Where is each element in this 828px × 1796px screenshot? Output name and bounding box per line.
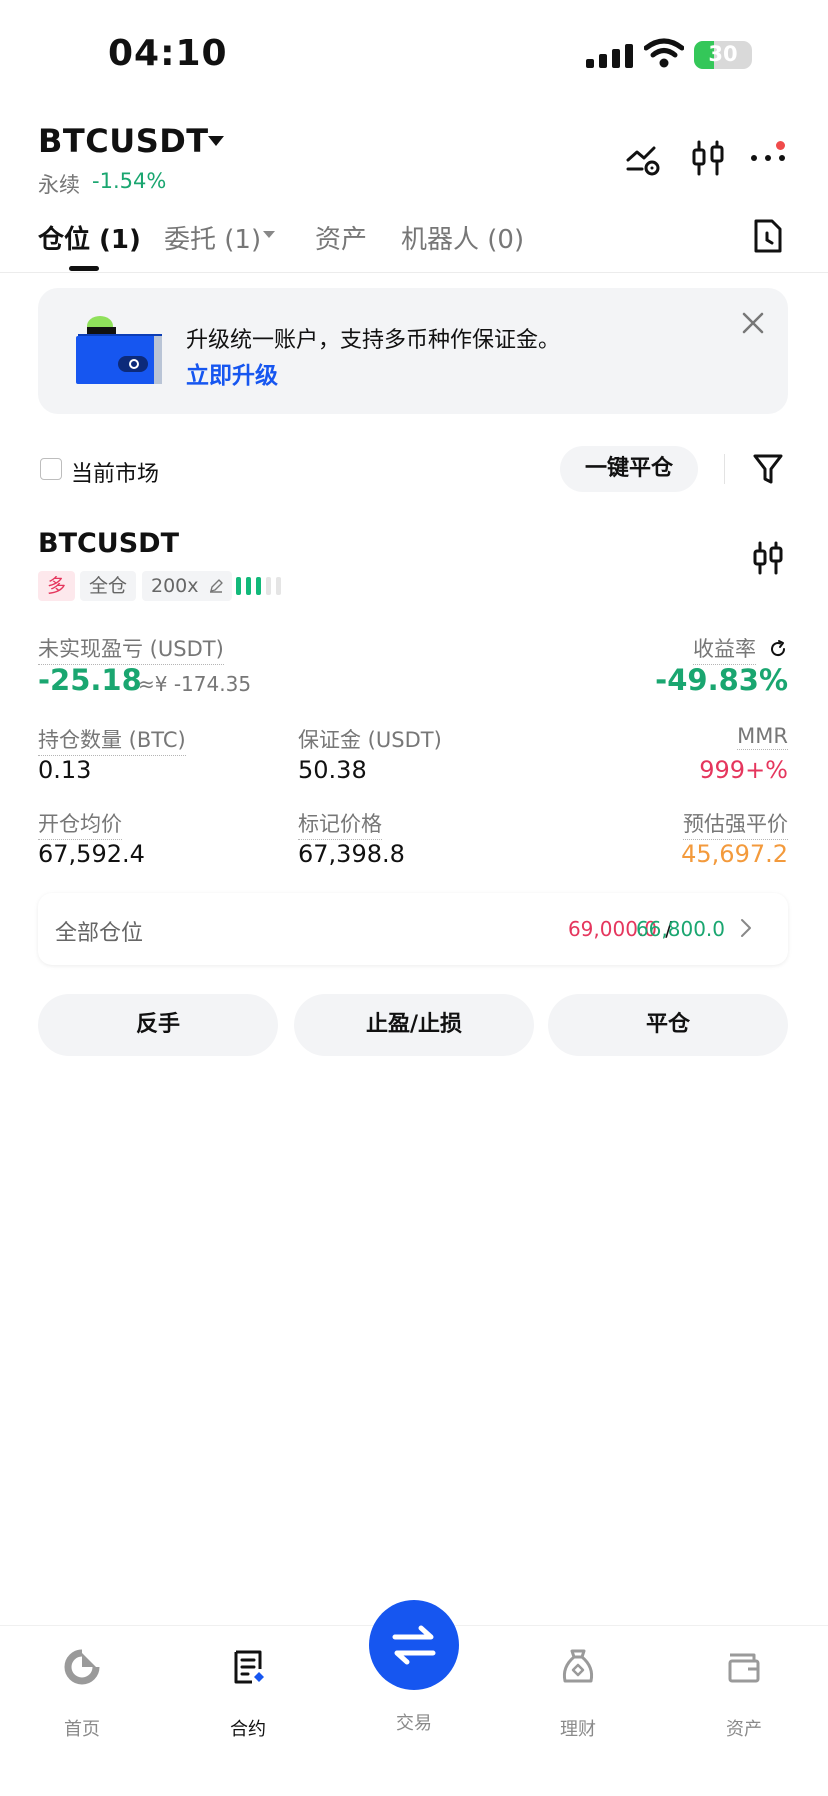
nav-assets-label: 资产	[726, 1719, 762, 1740]
nav-home[interactable]: 首页	[22, 1647, 142, 1741]
chevron-right-icon[interactable]	[740, 918, 752, 938]
stop-loss-value: 66,800.0	[635, 917, 725, 941]
upgrade-link[interactable]: 立即升级	[186, 356, 278, 390]
wifi-icon	[644, 38, 684, 68]
filter-separator	[724, 454, 725, 484]
liq-price-value: 45,697.2	[681, 840, 788, 868]
size-value: 0.13	[38, 756, 92, 784]
nav-trade-label[interactable]: 交易	[354, 1709, 474, 1735]
close-icon[interactable]	[742, 312, 764, 334]
tpsl-button[interactable]: 止盈/止损	[294, 994, 534, 1056]
tab-positions[interactable]: 仓位 (1)	[38, 219, 141, 256]
contract-type: 永续	[38, 173, 80, 197]
tab-orders[interactable]: 委托 (1)	[164, 219, 261, 256]
trade-button[interactable]	[369, 1600, 459, 1690]
pair-symbol[interactable]: BTCUSDT	[38, 122, 209, 160]
roe-header[interactable]: 收益率	[693, 633, 788, 665]
margin-mode-badge: 全仓	[80, 571, 137, 601]
battery-level: 30	[708, 42, 738, 66]
nav-contract-label: 合约	[230, 1719, 266, 1740]
roe-value: -49.83%	[655, 663, 788, 697]
liq-price-label: 预估强平价	[683, 808, 788, 840]
wallet-icon	[728, 1653, 760, 1683]
roe-label: 收益率	[693, 633, 756, 665]
current-market-checkbox[interactable]	[40, 458, 62, 480]
history-document-icon[interactable]	[752, 218, 784, 254]
leverage-badge[interactable]: 200x	[142, 571, 232, 601]
adl-indicator	[236, 577, 281, 595]
margin-value: 50.38	[298, 756, 367, 784]
unrealized-pnl-cny: ≈¥ -174.35	[138, 672, 252, 696]
unrealized-pnl-label: 未实现盈亏 (USDT)	[38, 633, 224, 665]
earn-icon	[562, 1649, 594, 1683]
close-position-button[interactable]: 平仓	[548, 994, 788, 1056]
caret-down-icon[interactable]	[208, 136, 224, 146]
nav-assets[interactable]: 资产	[684, 1647, 804, 1741]
position-symbol[interactable]: BTCUSDT	[38, 528, 179, 559]
signal-icon	[586, 42, 633, 68]
position-chart-icon[interactable]	[752, 540, 784, 576]
margin-label: 保证金 (USDT)	[298, 728, 442, 752]
orders-caret-icon[interactable]	[262, 230, 276, 240]
reverse-button[interactable]: 反手	[38, 994, 278, 1056]
candlestick-chart-icon[interactable]	[688, 138, 728, 178]
size-label: 持仓数量 (BTC)	[38, 724, 186, 756]
nav-contract[interactable]: 合约	[188, 1647, 308, 1741]
nav-earn-label: 理财	[560, 1719, 596, 1740]
nav-earn[interactable]: 理财	[518, 1647, 638, 1741]
filter-icon[interactable]	[752, 452, 784, 486]
side-badge: 多	[38, 571, 76, 601]
notification-dot	[776, 141, 785, 150]
home-icon	[64, 1649, 100, 1685]
nav-home-label: 首页	[64, 1719, 100, 1740]
wallet-illustration-icon	[76, 316, 162, 384]
mmr-value: 999+%	[699, 756, 788, 784]
mark-price-value: 67,398.8	[298, 840, 405, 868]
status-time: 04:10	[108, 33, 228, 74]
all-positions-label: 全部仓位	[55, 921, 144, 946]
unrealized-pnl-value: -25.18	[38, 663, 142, 697]
tab-bots[interactable]: 机器人 (0)	[401, 219, 524, 256]
current-market-label[interactable]: 当前市场	[71, 456, 159, 488]
close-all-button[interactable]: 一键平仓	[560, 446, 698, 492]
edit-icon[interactable]	[209, 579, 223, 593]
battery-icon: 30	[694, 41, 752, 69]
leverage-value: 200x	[151, 575, 199, 597]
contract-icon	[234, 1650, 264, 1684]
mark-price-label: 标记价格	[298, 808, 382, 840]
price-change: -1.54%	[92, 169, 167, 193]
banner-text: 升级统一账户，支持多币种作保证金。	[186, 328, 561, 353]
entry-price-label: 开仓均价	[38, 808, 122, 840]
tab-active-indicator	[69, 266, 99, 271]
mmr-label: MMR	[737, 724, 788, 750]
tabs-divider	[0, 272, 828, 273]
tab-assets[interactable]: 资产	[315, 219, 367, 256]
trade-swap-icon	[392, 1625, 436, 1665]
entry-price-value: 67,592.4	[38, 840, 145, 868]
refresh-icon[interactable]	[768, 639, 788, 659]
price-alert-icon[interactable]	[624, 138, 664, 178]
